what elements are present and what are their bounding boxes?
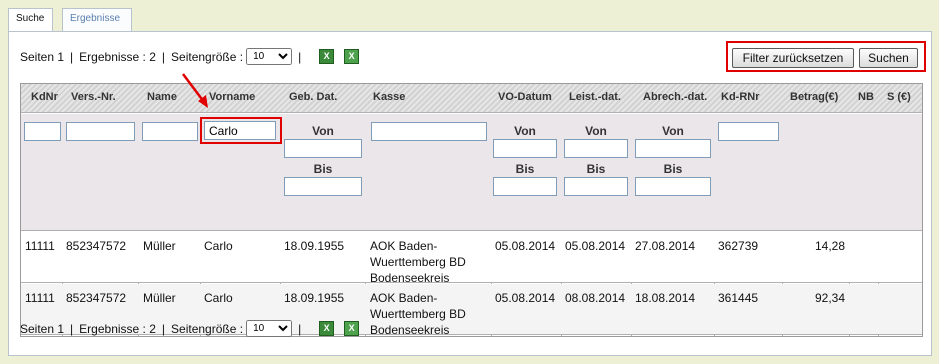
gebdat-bis-label: Bis <box>313 162 333 176</box>
cell-kdnr: 11111 <box>25 291 55 305</box>
gebdat-von-label: Von <box>312 124 334 138</box>
filter-gebdat-von[interactable] <box>284 139 362 158</box>
filter-kasse[interactable] <box>371 122 487 141</box>
leistdat-bis-label: Bis <box>586 162 606 176</box>
page-size-select[interactable]: 10 <box>246 320 293 337</box>
page-size-label: Seitengröße : <box>171 321 244 336</box>
filter-name[interactable] <box>142 122 198 141</box>
cell-leistdat: 08.08.2014 <box>565 291 626 305</box>
button-highlight: Filter zurücksetzen Suchen <box>726 41 926 72</box>
excel-export-icon[interactable]: X <box>319 321 335 336</box>
cell-betrag: 14,28 <box>814 239 845 253</box>
filter-vodatum-von[interactable] <box>493 139 557 158</box>
excel-icon[interactable]: X <box>344 321 360 336</box>
col-kdnr[interactable]: KdNr <box>31 91 58 103</box>
cell-betrag: 92,34 <box>814 291 845 305</box>
tab-ergebnisse[interactable]: Ergebnisse <box>62 8 132 33</box>
table-row[interactable]: 11111 852347572 Müller Carlo 18.09.1955 … <box>21 232 922 285</box>
cell-abrechdat: 18.08.2014 <box>635 291 696 305</box>
results-count: Ergebnisse : 2 <box>79 49 156 64</box>
cell-kasse-line1: AOK Baden- <box>370 291 438 305</box>
col-versnr[interactable]: Vers.-Nr. <box>71 91 116 103</box>
filter-row: Von Bis Von Bis Von Bis Von Bis <box>21 114 922 231</box>
separator: | <box>161 49 166 64</box>
col-name[interactable]: Name <box>147 91 177 103</box>
pages-label: Seiten 1 <box>20 49 65 64</box>
filter-vorname[interactable] <box>204 121 276 140</box>
cell-gebdat: 18.09.1955 <box>284 291 345 305</box>
filter-gebdat-bis[interactable] <box>284 177 362 196</box>
cell-kasse-line2: Wuerttemberg BD <box>370 255 466 269</box>
pager-top: Seiten 1 | Ergebnisse : 2 | Seitengröße … <box>20 48 360 65</box>
vodatum-von-label: Von <box>514 124 536 138</box>
cell-kasse-line3: Bodenseekreis <box>370 323 450 337</box>
filter-leistdat-bis[interactable] <box>564 177 628 196</box>
filter-abrechdat-bis[interactable] <box>635 177 711 196</box>
cell-kasse-line1: AOK Baden- <box>370 239 438 253</box>
cell-versnr: 852347572 <box>66 291 127 305</box>
excel-export-icon[interactable]: X <box>319 49 335 64</box>
tab-suche[interactable]: Suche <box>8 8 53 32</box>
vodatum-bis-label: Bis <box>515 162 535 176</box>
col-vodatum[interactable]: VO-Datum <box>498 91 552 103</box>
col-kdrnr[interactable]: Kd-RNr <box>721 91 760 103</box>
reset-filter-button[interactable]: Filter zurücksetzen <box>732 48 854 68</box>
cell-kdrnr: 361445 <box>718 291 759 305</box>
cell-name: Müller <box>143 239 176 253</box>
separator: | <box>298 321 302 336</box>
separator: | <box>298 49 302 64</box>
results-panel: Seiten 1 | Ergebnisse : 2 | Seitengröße … <box>8 31 932 356</box>
filter-vodatum-bis[interactable] <box>493 177 557 196</box>
page-size-select[interactable]: 10 <box>246 48 293 65</box>
abrechdat-von-label: Von <box>662 124 684 138</box>
col-abrechdat[interactable]: Abrech.-dat. <box>643 91 707 103</box>
excel-icon[interactable]: X <box>344 49 360 64</box>
col-betrag[interactable]: Betrag(€) <box>790 91 838 103</box>
col-kasse[interactable]: Kasse <box>373 91 405 103</box>
pager-bottom: Seiten 1 | Ergebnisse : 2 | Seitengröße … <box>20 320 360 337</box>
cell-gebdat: 18.09.1955 <box>284 239 345 253</box>
page-size-label: Seitengröße : <box>171 49 244 64</box>
col-leistdat[interactable]: Leist.-dat. <box>569 91 621 103</box>
cell-kdrnr: 362739 <box>718 239 759 253</box>
cell-name: Müller <box>143 291 176 305</box>
col-nb[interactable]: NB <box>858 91 874 103</box>
cell-kdnr: 11111 <box>25 239 55 253</box>
red-arrow-annotation <box>182 73 208 108</box>
leistdat-von-label: Von <box>585 124 607 138</box>
filter-kdrnr[interactable] <box>718 122 779 141</box>
results-table: KdNr Vers.-Nr. Name Vorname Geb. Dat. Ka… <box>20 83 923 337</box>
search-button[interactable]: Suchen <box>859 48 918 68</box>
cell-vorname: Carlo <box>204 239 233 253</box>
table-header: KdNr Vers.-Nr. Name Vorname Geb. Dat. Ka… <box>21 84 922 113</box>
cell-versnr: 852347572 <box>66 239 127 253</box>
cell-leistdat: 05.08.2014 <box>565 239 626 253</box>
pages-label: Seiten 1 <box>20 321 65 336</box>
results-count: Ergebnisse : 2 <box>79 321 156 336</box>
filter-versnr[interactable] <box>66 122 135 141</box>
filter-kdnr[interactable] <box>24 122 61 141</box>
cell-kasse-line2: Wuerttemberg BD <box>370 307 466 321</box>
cell-vodatum: 05.08.2014 <box>495 291 556 305</box>
cell-vorname: Carlo <box>204 291 233 305</box>
filter-leistdat-von[interactable] <box>564 139 628 158</box>
col-s[interactable]: S (€) <box>887 91 911 103</box>
cell-vodatum: 05.08.2014 <box>495 239 556 253</box>
separator: | <box>70 321 74 336</box>
abrechdat-bis-label: Bis <box>663 162 683 176</box>
cell-abrechdat: 27.08.2014 <box>635 239 696 253</box>
separator: | <box>70 49 74 64</box>
col-gebdat[interactable]: Geb. Dat. <box>289 91 337 103</box>
separator: | <box>161 321 166 336</box>
filter-abrechdat-von[interactable] <box>635 139 711 158</box>
